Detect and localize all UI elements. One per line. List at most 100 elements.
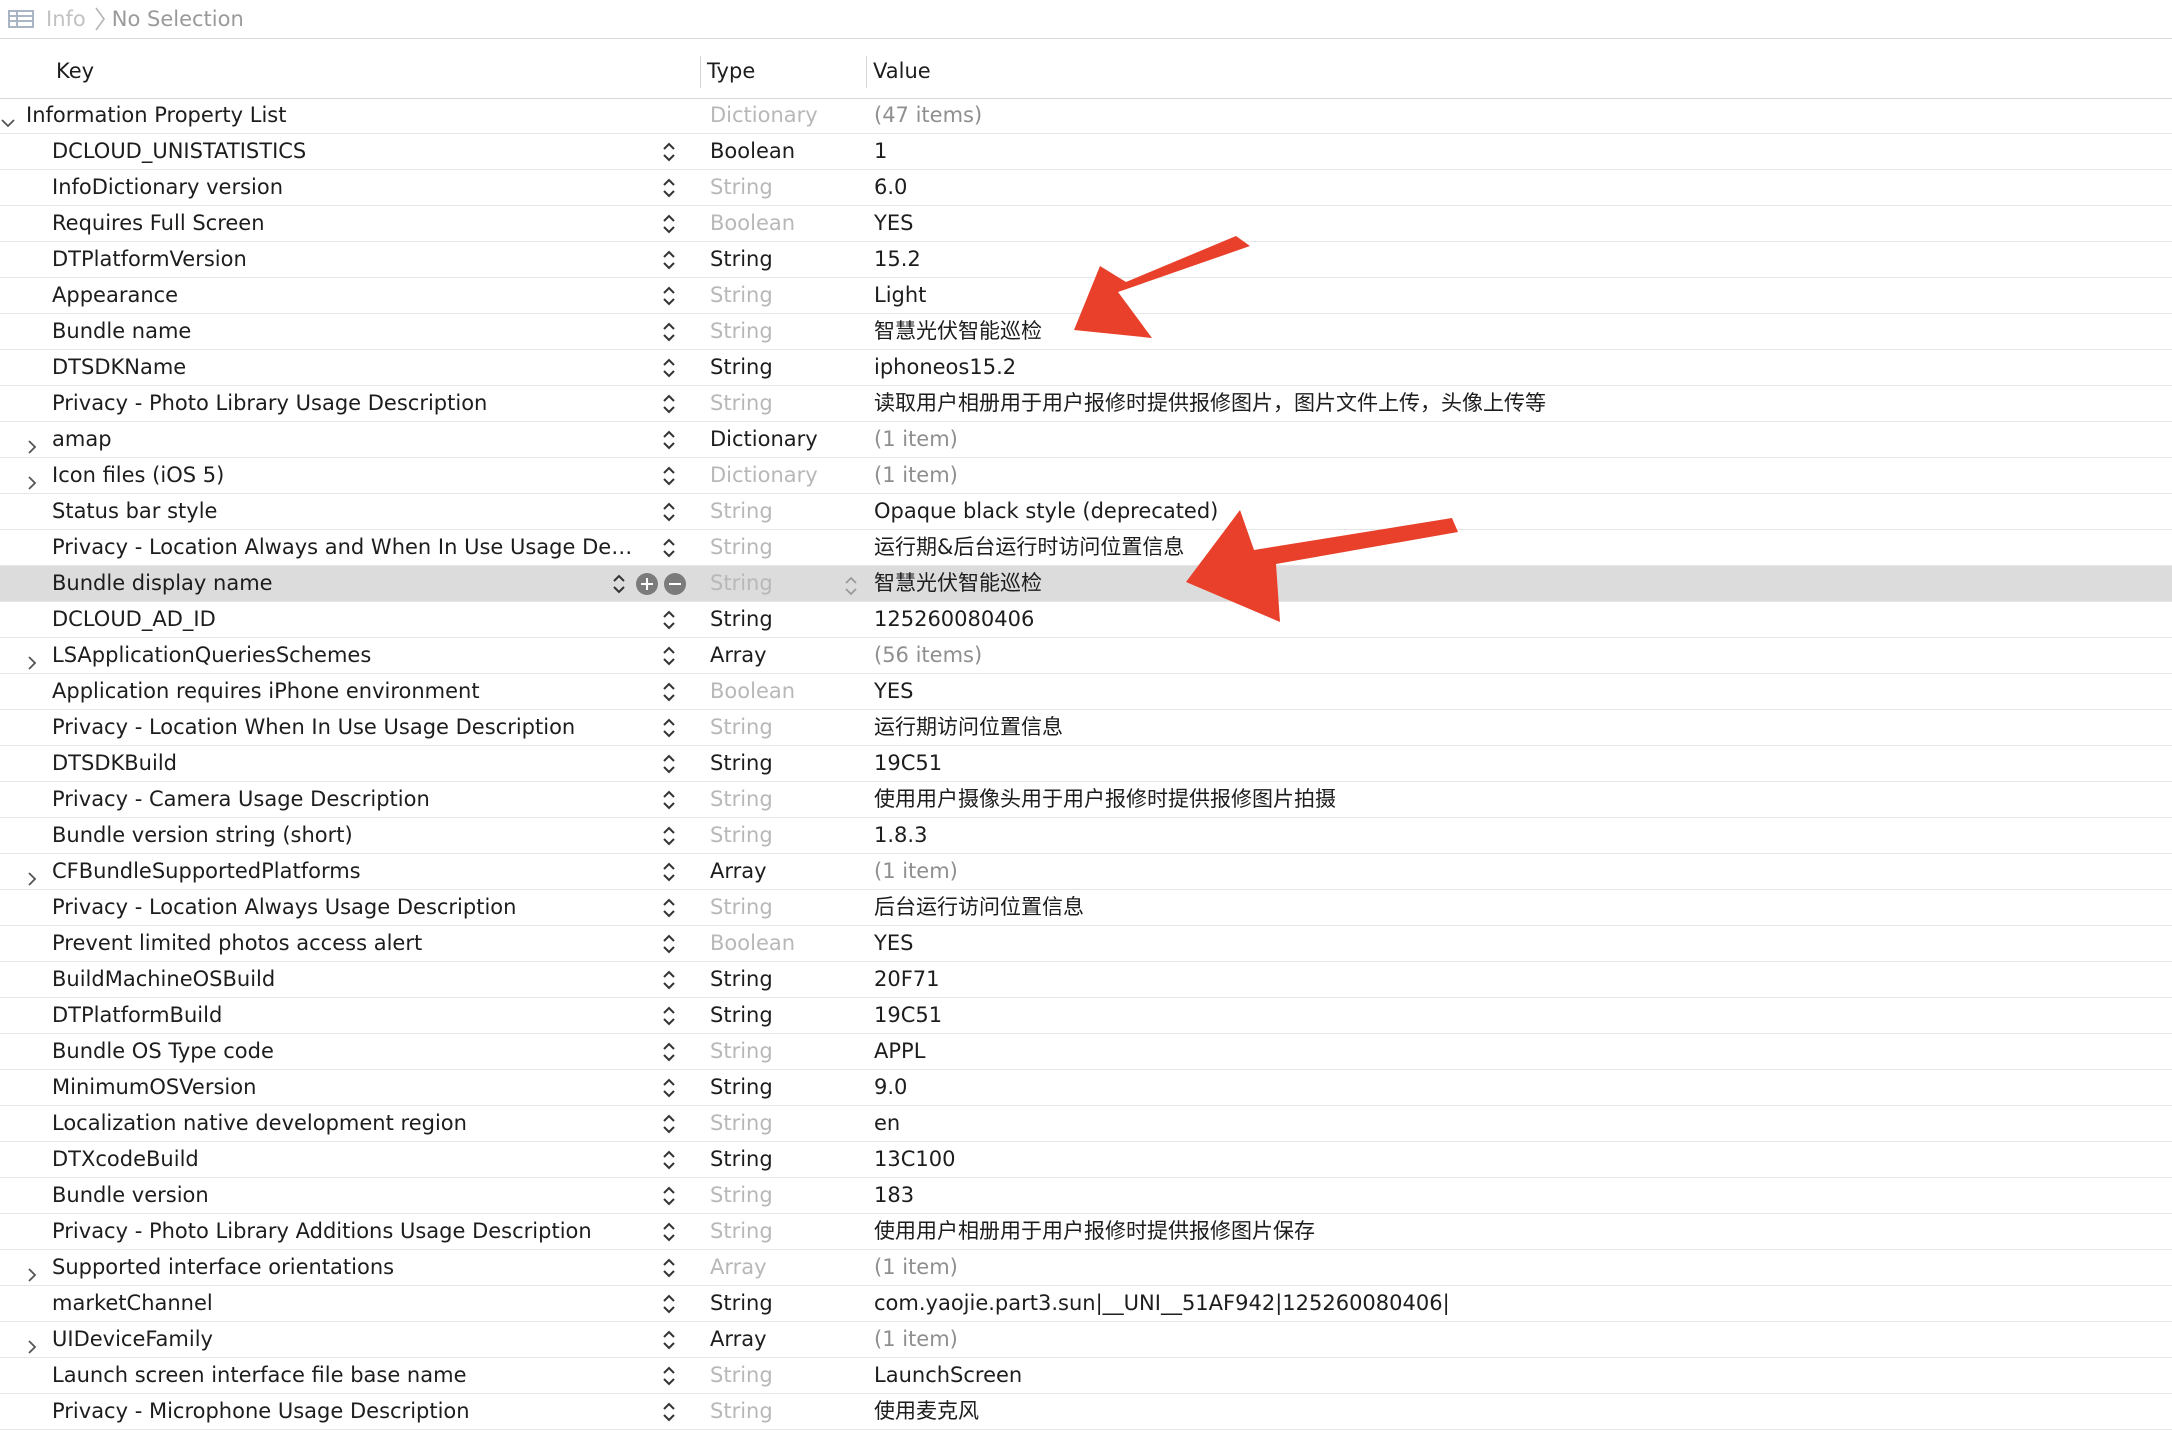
row-key[interactable]: MinimumOSVersion <box>52 1070 642 1105</box>
row-type[interactable]: String <box>710 494 860 529</box>
row-type[interactable]: Boolean <box>710 926 860 961</box>
key-popup-stepper-icon[interactable] <box>662 968 676 992</box>
table-row[interactable]: DTSDKName String iphoneos15.2 <box>0 350 2172 386</box>
row-key[interactable]: amap <box>52 422 642 457</box>
table-row[interactable]: DTPlatformBuild String 19C51 <box>0 998 2172 1034</box>
row-value[interactable]: 19C51 <box>874 998 942 1033</box>
key-popup-stepper-icon[interactable] <box>662 356 676 380</box>
row-type[interactable]: String <box>710 1178 860 1213</box>
row-value[interactable]: 125260080406 <box>874 602 1034 637</box>
row-value[interactable]: (1 item) <box>874 1250 958 1285</box>
key-popup-stepper-icon[interactable] <box>662 464 676 488</box>
table-row[interactable]: Appearance String Light <box>0 278 2172 314</box>
add-row-button[interactable] <box>636 573 658 595</box>
row-key[interactable]: Privacy - Photo Library Additions Usage … <box>52 1214 642 1249</box>
row-type[interactable]: String <box>710 170 860 205</box>
row-type[interactable]: String <box>710 1286 860 1321</box>
row-value[interactable]: 使用麦克风 <box>874 1394 979 1429</box>
key-popup-stepper-icon[interactable] <box>662 1184 676 1208</box>
row-key[interactable]: Privacy - Location When In Use Usage Des… <box>52 710 642 745</box>
table-row[interactable]: Requires Full Screen Boolean YES <box>0 206 2172 242</box>
row-value[interactable]: APPL <box>874 1034 925 1069</box>
table-row[interactable]: DTSDKBuild String 19C51 <box>0 746 2172 782</box>
row-key[interactable]: DTPlatformVersion <box>52 242 642 277</box>
row-value[interactable]: 1.8.3 <box>874 818 927 853</box>
key-popup-stepper-icon[interactable] <box>662 1148 676 1172</box>
row-type[interactable]: String <box>710 314 860 349</box>
key-popup-stepper-icon[interactable] <box>662 644 676 668</box>
table-row[interactable]: LSApplicationQueriesSchemes Array (56 item… <box>0 638 2172 674</box>
row-value[interactable]: YES <box>874 926 913 961</box>
row-value[interactable]: 1 <box>874 134 887 169</box>
key-popup-stepper-icon[interactable] <box>662 536 676 560</box>
table-row[interactable]: Privacy - Photo Library Additions Usage … <box>0 1214 2172 1250</box>
table-row[interactable]: Application requires iPhone environment B… <box>0 674 2172 710</box>
chevron-right-icon[interactable] <box>24 431 40 454</box>
table-row[interactable]: Privacy - Location Always Usage Descript… <box>0 890 2172 926</box>
row-key[interactable]: Privacy - Photo Library Usage Descriptio… <box>52 386 642 421</box>
key-popup-stepper-icon[interactable] <box>662 824 676 848</box>
key-popup-stepper-icon[interactable] <box>662 1256 676 1280</box>
table-row[interactable]: UIDeviceFamily Array (1 item) <box>0 1322 2172 1358</box>
table-row[interactable]: Launch screen interface file base name St… <box>0 1358 2172 1394</box>
key-popup-stepper-icon[interactable] <box>662 680 676 704</box>
key-popup-stepper-icon[interactable] <box>662 932 676 956</box>
row-value[interactable]: en <box>874 1106 900 1141</box>
table-row[interactable]: CFBundleSupportedPlatforms Array (1 item) <box>0 854 2172 890</box>
row-value[interactable]: iphoneos15.2 <box>874 350 1016 385</box>
chevron-down-icon[interactable] <box>0 107 16 128</box>
row-value[interactable]: 使用用户摄像头用于用户报修时提供报修图片拍摄 <box>874 782 1336 817</box>
table-row[interactable]: Status bar style String Opaque black style… <box>0 494 2172 530</box>
key-popup-stepper-icon[interactable] <box>662 716 676 740</box>
row-value[interactable]: (1 item) <box>874 854 958 889</box>
chevron-right-icon[interactable] <box>24 647 40 670</box>
row-key[interactable]: Localization native development region <box>52 1106 642 1141</box>
key-popup-stepper-icon[interactable] <box>662 860 676 884</box>
row-value[interactable]: com.yaojie.part3.sun|__UNI__51AF942|1252… <box>874 1286 1450 1321</box>
key-popup-stepper-icon[interactable] <box>662 1400 676 1424</box>
row-key[interactable]: LSApplicationQueriesSchemes <box>52 638 642 673</box>
key-popup-stepper-icon[interactable] <box>662 1004 676 1028</box>
row-key[interactable]: marketChannel <box>52 1286 642 1321</box>
row-type[interactable]: Array <box>710 1250 860 1285</box>
column-header-key[interactable]: Key <box>56 44 94 98</box>
key-popup-stepper-icon[interactable] <box>662 788 676 812</box>
row-value[interactable]: 运行期访问位置信息 <box>874 710 1063 745</box>
column-header-value[interactable]: Value <box>873 44 931 98</box>
row-type[interactable]: String <box>710 1358 860 1393</box>
key-popup-stepper-icon[interactable] <box>662 248 676 272</box>
row-value[interactable]: 13C100 <box>874 1142 955 1177</box>
key-popup-stepper-icon[interactable] <box>662 284 676 308</box>
row-key[interactable]: Requires Full Screen <box>52 206 642 241</box>
table-row[interactable]: Privacy - Photo Library Usage Descriptio… <box>0 386 2172 422</box>
row-key[interactable]: Status bar style <box>52 494 642 529</box>
row-type[interactable]: Boolean <box>710 134 860 169</box>
table-row[interactable]: Privacy - Location Always and When In Us… <box>0 530 2172 566</box>
row-type[interactable]: String <box>710 566 860 601</box>
row-value[interactable]: (56 items) <box>874 638 982 673</box>
row-key[interactable]: Bundle version <box>52 1178 642 1213</box>
key-popup-stepper-icon[interactable] <box>662 1112 676 1136</box>
breadcrumb-info[interactable]: Info <box>46 7 86 31</box>
key-popup-stepper-icon[interactable] <box>662 1076 676 1100</box>
table-row[interactable]: marketChannel String com.yaojie.part3.sun|… <box>0 1286 2172 1322</box>
row-type[interactable]: String <box>710 962 860 997</box>
key-popup-stepper-icon[interactable] <box>662 392 676 416</box>
row-type[interactable]: Dictionary <box>710 422 860 457</box>
key-popup-stepper-icon[interactable] <box>662 212 676 236</box>
key-popup-stepper-icon[interactable] <box>662 320 676 344</box>
row-value[interactable]: 后台运行访问位置信息 <box>874 890 1084 925</box>
table-row[interactable]: Bundle display name String 智慧光伏智能巡检 <box>0 566 2172 602</box>
table-row[interactable]: Bundle OS Type code String APPL <box>0 1034 2172 1070</box>
type-popup-stepper-icon[interactable] <box>844 573 858 596</box>
key-popup-stepper-icon[interactable] <box>662 1220 676 1244</box>
row-type[interactable]: Array <box>710 854 860 889</box>
table-row[interactable]: Bundle version string (short) String 1.8.3 <box>0 818 2172 854</box>
row-value[interactable]: 9.0 <box>874 1070 907 1105</box>
row-value[interactable]: (1 item) <box>874 1322 958 1357</box>
row-key[interactable]: Privacy - Camera Usage Description <box>52 782 642 817</box>
row-type[interactable]: String <box>710 1214 860 1249</box>
row-key[interactable]: Privacy - Microphone Usage Description <box>52 1394 642 1429</box>
row-key[interactable]: BuildMachineOSBuild <box>52 962 642 997</box>
row-type[interactable]: String <box>710 1034 860 1069</box>
